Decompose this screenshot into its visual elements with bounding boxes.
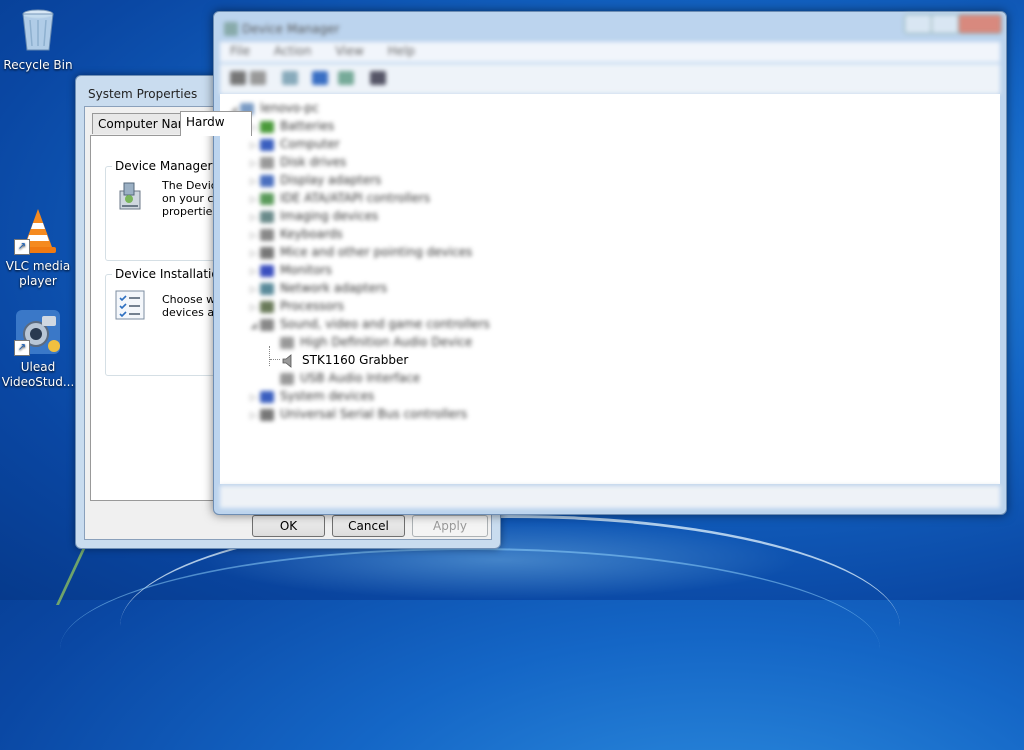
- tree-item[interactable]: ▷ Network adapters: [250, 279, 387, 297]
- desktop-icon-vlc[interactable]: ↗ VLC media player: [0, 207, 78, 289]
- tree-item[interactable]: ▷ Universal Serial Bus controllers: [250, 405, 467, 423]
- tree-item[interactable]: ▷ Computer: [250, 135, 340, 153]
- device-tree: ◢ lenovo-pc ▷ Batteries ▷ Computer ▷ Disk dr…: [220, 94, 1000, 484]
- processor-icon: [260, 300, 274, 313]
- tree-item[interactable]: ▷ System devices: [250, 387, 374, 405]
- shortcut-arrow-icon: ↗: [14, 340, 30, 356]
- shortcut-arrow-icon: ↗: [14, 239, 30, 255]
- tree-item[interactable]: ▷ Batteries: [250, 117, 334, 135]
- toolbar: [220, 64, 1000, 95]
- tree-item[interactable]: ▷ Processors: [250, 297, 344, 315]
- tree-item[interactable]: High Definition Audio Device: [280, 333, 472, 351]
- desktop-icon-ulead[interactable]: ↗ Ulead VideoStud...: [0, 308, 78, 390]
- device-manager-title-icon: [224, 22, 238, 36]
- tree-item[interactable]: ▷ Imaging devices: [250, 207, 378, 225]
- maximize-button[interactable]: [931, 14, 959, 34]
- tree-item[interactable]: ▷ Keyboards: [250, 225, 343, 243]
- tree-item[interactable]: ▷ Mice and other pointing devices: [250, 243, 472, 261]
- tree-item[interactable]: USB Audio Interface: [280, 369, 420, 387]
- system-devices-icon: [260, 390, 274, 403]
- display-adapter-icon: [260, 174, 274, 187]
- tree-connector: [270, 359, 280, 360]
- recycle-bin-icon: [14, 6, 62, 54]
- menu-bar: File Action View Help: [220, 42, 1000, 62]
- menu-view[interactable]: View: [335, 44, 363, 58]
- tree-item[interactable]: ◢ Sound, video and game controllers: [250, 315, 490, 333]
- speaker-icon: [282, 353, 296, 368]
- desktop-icon-recycle-bin[interactable]: Recycle Bin: [0, 6, 78, 73]
- mouse-icon: [260, 246, 274, 259]
- computer-icon: [260, 138, 274, 151]
- back-arrow-icon[interactable]: [230, 71, 246, 85]
- tree-item[interactable]: ▷ IDE ATA/ATAPI controllers: [250, 189, 430, 207]
- minimize-button[interactable]: [904, 14, 932, 34]
- desktop-icon-label: Recycle Bin: [3, 58, 73, 72]
- disk-drive-icon: [260, 156, 274, 169]
- status-bar: [220, 485, 1000, 508]
- menu-action[interactable]: Action: [274, 44, 312, 58]
- ulead-videostudio-icon: ↗: [14, 308, 62, 356]
- cancel-button[interactable]: Cancel: [332, 515, 405, 537]
- imaging-device-icon: [260, 210, 274, 223]
- speaker-icon: [280, 336, 294, 349]
- speaker-icon: [280, 372, 294, 385]
- usb-controller-icon: [260, 408, 274, 421]
- menu-file[interactable]: File: [230, 44, 250, 58]
- tree-item[interactable]: ▷ Disk drives: [250, 153, 346, 171]
- checklist-icon: [114, 289, 146, 321]
- desktop-icon-label: Ulead VideoStud...: [1, 360, 75, 389]
- keyboard-icon: [260, 228, 274, 241]
- vlc-cone-icon: ↗: [14, 207, 62, 255]
- tab-hardware[interactable]: Hardw: [180, 111, 252, 136]
- ide-controller-icon: [260, 192, 274, 205]
- desktop-swoosh: [60, 548, 880, 750]
- device-manager-window: Device Manager File Action View Help ◢ le…: [213, 11, 1007, 515]
- scan-icon[interactable]: [338, 71, 354, 85]
- update-driver-icon[interactable]: [370, 71, 386, 85]
- window-title: System Properties: [88, 87, 198, 101]
- help-icon[interactable]: [312, 71, 328, 85]
- properties-icon[interactable]: [282, 71, 298, 85]
- tree-connector: [269, 346, 270, 366]
- tree-item-stk1160-grabber[interactable]: STK1160 Grabber: [269, 346, 408, 369]
- close-button[interactable]: [958, 14, 1002, 34]
- window-title: Device Manager: [242, 22, 340, 36]
- ok-button[interactable]: OK: [252, 515, 325, 537]
- sound-controller-icon: [260, 318, 274, 331]
- forward-arrow-icon[interactable]: [250, 71, 266, 85]
- menu-help[interactable]: Help: [388, 44, 415, 58]
- desktop-icon-label: VLC media player: [5, 259, 71, 288]
- battery-icon: [260, 120, 274, 133]
- tree-item[interactable]: ▷ Display adapters: [250, 171, 381, 189]
- group-title: Device Manager: [112, 159, 216, 173]
- monitor-icon: [260, 264, 274, 277]
- network-adapter-icon: [260, 282, 274, 295]
- desktop-streak: [56, 545, 127, 605]
- apply-button[interactable]: Apply: [412, 515, 488, 537]
- device-manager-icon: [114, 181, 146, 213]
- tree-item[interactable]: ▷ Monitors: [250, 261, 332, 279]
